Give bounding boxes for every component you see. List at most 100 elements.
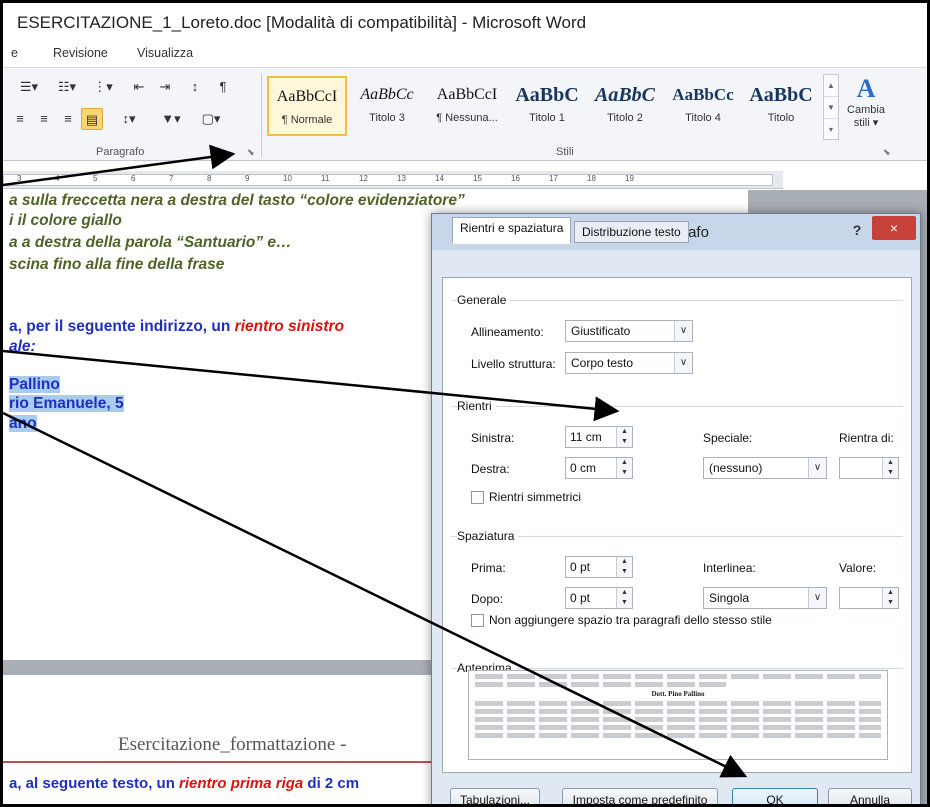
- address-text: ano: [9, 415, 37, 432]
- change-styles-button[interactable]: A Cambia stili ▾: [845, 74, 887, 144]
- sort-button[interactable]: ↕: [183, 76, 207, 98]
- increase-indent-button[interactable]: ⇥: [153, 76, 177, 98]
- style-preview: AaBbC: [515, 84, 579, 106]
- set-default-button[interactable]: Imposta come predefinito: [562, 788, 718, 804]
- menu-item-revisione[interactable]: Revisione: [53, 46, 108, 60]
- spinner-icon[interactable]: ▲ ▼: [882, 458, 898, 478]
- indent-by-label: Rientra di:: [839, 431, 894, 445]
- chevron-down-icon: ∨: [808, 588, 826, 608]
- borders-button[interactable]: ▢▾: [193, 108, 229, 130]
- align-center-button[interactable]: ≡: [9, 108, 31, 130]
- style-titolo-3[interactable]: AaBbCc Titolo 3: [347, 76, 427, 136]
- ruler-tick: 8: [207, 174, 212, 183]
- alignment-value: Giustificato: [571, 324, 631, 338]
- style-titolo-1[interactable]: AaBbC Titolo 1: [507, 76, 587, 136]
- address-line: Pallino: [9, 376, 60, 394]
- ruler-tick: 7: [169, 174, 174, 183]
- menu-item-partial[interactable]: e: [11, 46, 18, 60]
- gallery-more-icon[interactable]: ▾: [824, 119, 838, 141]
- line-spacing-select[interactable]: Singola ∨: [703, 587, 827, 609]
- decrease-indent-button[interactable]: ⇤: [127, 76, 151, 98]
- tabs-button[interactable]: Tabulazioni...: [450, 788, 540, 804]
- align-distributed-button[interactable]: ▤: [81, 108, 103, 130]
- show-marks-button[interactable]: ¶: [211, 76, 235, 98]
- tab-distribuzione-testo[interactable]: Distribuzione testo: [574, 221, 689, 243]
- preview-line: [475, 725, 881, 730]
- section-generale: Generale: [457, 293, 511, 307]
- line-spacing-button[interactable]: ↕▾: [111, 108, 147, 130]
- doc-line: a a destra della parola “Santuario” e…: [9, 234, 292, 251]
- chevron-down-icon: ∨: [808, 458, 826, 478]
- mirror-indents-label: Rientri simmetrici: [489, 490, 582, 504]
- indent-left-label: Sinistra:: [471, 431, 515, 445]
- space-before-input[interactable]: 0 pt ▲ ▼: [565, 556, 633, 578]
- line-spacing-label: Interlinea:: [703, 561, 756, 575]
- style-titolo-4[interactable]: AaBbCc Titolo 4: [663, 76, 743, 136]
- numbering-button[interactable]: ☷▾: [49, 76, 85, 98]
- tab-strip: [442, 252, 912, 278]
- bullets-button[interactable]: ☰▾: [9, 76, 49, 98]
- align-right-button[interactable]: ≡: [33, 108, 55, 130]
- multilevel-list-button[interactable]: ⋮▾: [85, 76, 121, 98]
- style-normale[interactable]: AaBbCcI ¶ Normale: [267, 76, 347, 136]
- gallery-down-icon[interactable]: ▼: [824, 97, 838, 119]
- paragraph-dialog: Paragrafo ? × Generale Allineamento: Giu…: [431, 213, 921, 804]
- style-titolo[interactable]: AaBbC Titolo: [741, 76, 821, 136]
- line-value-input[interactable]: ▲ ▼: [839, 587, 899, 609]
- menu-item-visualizza[interactable]: Visualizza: [137, 46, 193, 60]
- special-label: Speciale:: [703, 431, 753, 445]
- alignment-select[interactable]: Giustificato ∨: [565, 320, 693, 342]
- ruler-tick: 11: [321, 174, 330, 183]
- change-styles-icon: A: [856, 74, 876, 103]
- gallery-up-icon[interactable]: ▲: [824, 75, 838, 97]
- tab-rientri-spaziatura[interactable]: Rientri e spaziatura: [452, 217, 572, 244]
- title-bar: ESERCITAZIONE_1_Loreto.doc [Modalità di …: [3, 3, 927, 41]
- ruler-tick: 16: [511, 174, 520, 183]
- horizontal-ruler[interactable]: 3 4 5 6 7 8 9 10 11 12 13 14 15 16 17 18…: [3, 171, 783, 189]
- style-name: ¶ Nessuna...: [436, 112, 498, 124]
- shading-button[interactable]: ▼▾: [153, 108, 189, 130]
- style-preview: AaBbCcI: [436, 86, 498, 103]
- spinner-icon[interactable]: ▲ ▼: [616, 557, 632, 577]
- styles-dialog-launcher-icon[interactable]: ⬊: [883, 147, 893, 157]
- cancel-button[interactable]: Annulla: [828, 788, 912, 804]
- doc-line: ale:: [9, 338, 36, 355]
- space-after-label: Dopo:: [471, 592, 504, 606]
- spinner-icon[interactable]: ▲ ▼: [882, 588, 898, 608]
- section-divider: [451, 536, 903, 537]
- ruler-tick: 12: [359, 174, 368, 183]
- spinner-icon[interactable]: ▲ ▼: [616, 427, 632, 447]
- preview-line: [475, 674, 881, 679]
- spinner-icon[interactable]: ▲ ▼: [616, 458, 632, 478]
- style-titolo-2[interactable]: AaBbC Titolo 2: [585, 76, 665, 136]
- outline-level-value: Corpo testo: [571, 356, 634, 370]
- style-name: Titolo 3: [369, 112, 405, 124]
- paragraph-dialog-launcher-icon[interactable]: ⬊: [247, 147, 257, 157]
- styles-group-label: Stili: [556, 146, 574, 158]
- indent-left-input[interactable]: 11 cm ▲ ▼: [565, 426, 633, 448]
- alignment-label: Allineamento:: [471, 325, 544, 339]
- style-preview: AaBbCcI: [276, 88, 338, 105]
- mirror-indents-checkbox[interactable]: [471, 491, 484, 504]
- ok-button[interactable]: OK: [732, 788, 818, 804]
- close-button[interactable]: ×: [872, 216, 916, 240]
- outline-level-select[interactable]: Corpo testo ∨: [565, 352, 693, 374]
- align-justify-button[interactable]: ≡: [57, 108, 79, 130]
- styles-gallery-scroll[interactable]: ▲ ▼ ▾: [823, 74, 839, 140]
- doc-text-emphasis: rientro prima riga: [179, 775, 304, 792]
- no-space-checkbox[interactable]: [471, 614, 484, 627]
- style-nessuna[interactable]: AaBbCcI ¶ Nessuna...: [427, 76, 507, 136]
- doc-text-emphasis: rientro sinistro: [234, 318, 345, 335]
- space-after-input[interactable]: 0 pt ▲ ▼: [565, 587, 633, 609]
- change-styles-label-2: stili ▾: [853, 117, 879, 129]
- ruler-tick: 19: [625, 174, 634, 183]
- special-select[interactable]: (nessuno) ∨: [703, 457, 827, 479]
- spinner-icon[interactable]: ▲ ▼: [616, 588, 632, 608]
- style-preview: AaBbC: [594, 84, 656, 106]
- ruler-tick: 10: [283, 174, 292, 183]
- help-button[interactable]: ?: [847, 220, 867, 240]
- ruler-tick: 15: [473, 174, 482, 183]
- indent-right-value: 0 cm: [570, 461, 597, 475]
- indent-right-input[interactable]: 0 cm ▲ ▼: [565, 457, 633, 479]
- indent-by-input[interactable]: ▲ ▼: [839, 457, 899, 479]
